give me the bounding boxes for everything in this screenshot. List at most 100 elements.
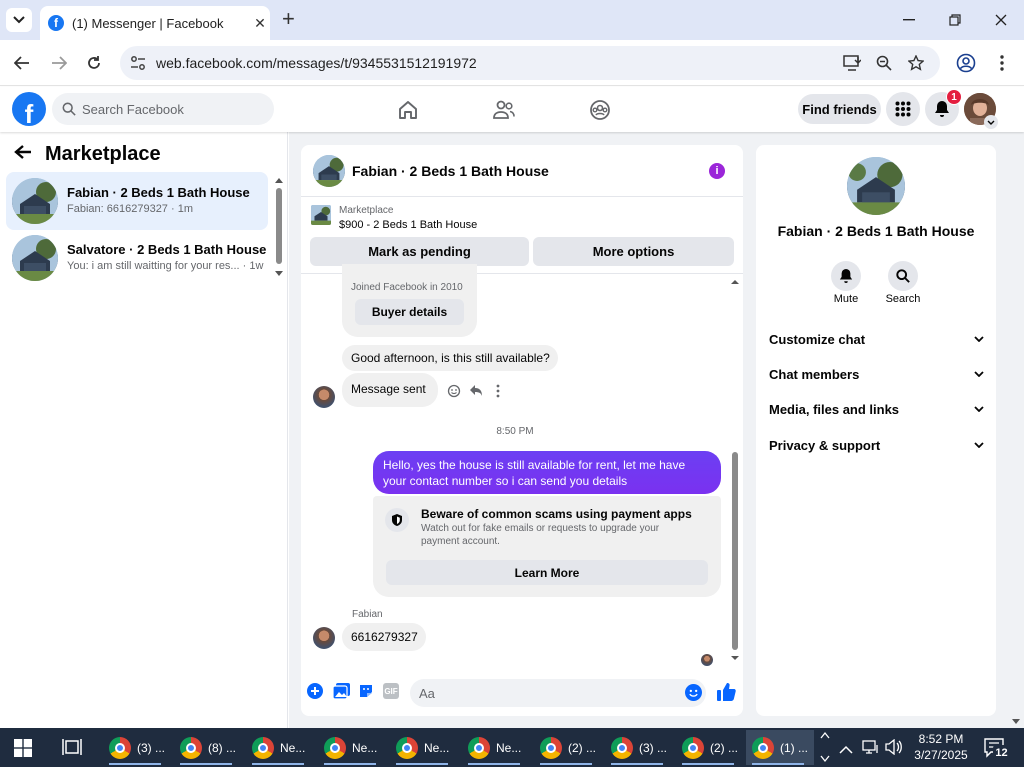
sender-avatar[interactable]	[313, 386, 335, 408]
message-input-placeholder: Aa	[419, 685, 435, 701]
sender-avatar[interactable]	[313, 627, 335, 649]
site-settings-icon[interactable]	[130, 55, 146, 74]
conversation-item[interactable]: Fabian · 2 Beds 1 Bath House Fabian: 661…	[6, 172, 268, 230]
account-chevron-icon[interactable]	[984, 115, 998, 129]
row-label: Media, files and links	[769, 401, 900, 417]
facebook-header: f Search Facebook Find friends 1	[0, 87, 1024, 132]
windows-taskbar: (3) ... (8) ... Ne... Ne... Ne... Ne... …	[0, 728, 1024, 767]
page-title: Marketplace	[45, 143, 161, 165]
taskbar-chrome-window[interactable]: (3) ...	[605, 730, 673, 765]
tab-search-button[interactable]	[6, 8, 32, 32]
taskbar-label: (3) ...	[639, 740, 668, 755]
listing-thumbnail-icon	[313, 154, 345, 187]
photo-icon[interactable]	[332, 683, 350, 702]
more-icon[interactable]	[496, 384, 500, 401]
buyer-details-button[interactable]: Buyer details	[355, 299, 464, 325]
back-button[interactable]	[11, 52, 33, 74]
taskbar-chrome-window[interactable]: (2) ...	[534, 730, 602, 765]
taskbar-scroll-icon[interactable]	[820, 730, 830, 767]
close-icon	[995, 14, 1007, 26]
page-scroll-down-icon[interactable]	[1011, 714, 1021, 729]
message-bubble[interactable]: Good afternoon, is this still available?	[342, 345, 558, 371]
message-input[interactable]: Aa	[410, 679, 706, 707]
taskbar-chrome-window-active[interactable]: (1) ...	[746, 730, 814, 765]
chat-header[interactable]: Fabian · 2 Beds 1 Bath House	[301, 145, 743, 197]
task-view-icon[interactable]	[62, 738, 82, 759]
clock[interactable]: 8:52 PM 3/27/2025	[906, 731, 976, 763]
new-tab-button[interactable]: +	[282, 8, 295, 30]
reply-icon[interactable]	[469, 384, 483, 400]
more-options-button[interactable]: More options	[533, 237, 734, 266]
show-hidden-icons-icon[interactable]	[839, 742, 853, 757]
message-bubble[interactable]: 6616279327	[342, 623, 426, 651]
restore-button[interactable]	[945, 10, 965, 30]
bell-icon	[839, 269, 853, 283]
left-scrollbar[interactable]	[274, 176, 284, 278]
taskbar-label: (8) ...	[208, 740, 237, 755]
reload-button[interactable]	[83, 52, 105, 74]
friends-icon[interactable]	[491, 97, 517, 123]
search-placeholder: Search Facebook	[82, 101, 184, 117]
browser-tab-messenger[interactable]: f (1) Messenger | Facebook ✕	[40, 6, 270, 40]
close-tab-icon[interactable]: ✕	[250, 15, 270, 32]
listing-thumbnail-icon	[12, 235, 58, 281]
bookmark-star-icon[interactable]	[905, 52, 927, 74]
home-icon[interactable]	[395, 97, 421, 123]
close-window-button[interactable]	[991, 10, 1011, 30]
volume-icon[interactable]	[885, 738, 903, 758]
taskbar-chrome-window[interactable]: (2) ...	[676, 730, 744, 765]
menu-grid-button[interactable]	[886, 92, 920, 126]
zoom-icon[interactable]	[873, 52, 895, 74]
listing-photo-icon	[847, 157, 905, 215]
taskbar-label: (1) ...	[780, 740, 809, 755]
chat-scrollbar[interactable]	[729, 274, 741, 664]
chat-members-row[interactable]: Chat members	[769, 364, 984, 384]
conversation-item[interactable]: Salvatore · 2 Beds 1 Bath House You: i a…	[6, 229, 268, 287]
chat-info-name: Fabian · 2 Beds 1 Bath House	[777, 223, 975, 239]
url-bar[interactable]: web.facebook.com/messages/t/934553151219…	[120, 46, 940, 80]
notification-count-badge: 12	[993, 745, 1010, 760]
taskbar-chrome-window[interactable]: Ne...	[318, 730, 386, 765]
customize-chat-row[interactable]: Customize chat	[769, 329, 984, 349]
learn-more-button[interactable]: Learn More	[386, 560, 708, 585]
react-icon[interactable]	[447, 384, 461, 401]
minimize-button[interactable]	[899, 10, 919, 30]
chat-title: Fabian · 2 Beds 1 Bath House	[352, 162, 549, 179]
scam-warning-body: Watch out for fake emails or requests to…	[421, 523, 660, 547]
message-bubble[interactable]: Message sent	[342, 373, 438, 407]
mark-as-pending-button[interactable]: Mark as pending	[310, 237, 529, 266]
thumbs-up-icon[interactable]	[716, 682, 736, 705]
privacy-support-row[interactable]: Privacy & support	[769, 435, 984, 455]
taskbar-chrome-window[interactable]: (3) ...	[103, 730, 171, 765]
sticker-icon[interactable]	[358, 683, 374, 702]
info-icon[interactable]: i	[709, 163, 725, 179]
scam-warning-title: Beware of common scams using payment app…	[421, 507, 692, 521]
network-icon[interactable]	[862, 739, 880, 758]
listing-thumbnail-icon	[311, 205, 331, 225]
media-files-links-row[interactable]: Media, files and links	[769, 399, 984, 419]
sent-message-bubble[interactable]: Hello, yes the house is still available …	[373, 451, 721, 494]
find-friends-button[interactable]: Find friends	[798, 94, 881, 124]
plus-icon[interactable]	[307, 683, 323, 702]
emoji-icon[interactable]	[685, 684, 702, 704]
mute-button[interactable]	[831, 261, 861, 291]
taskbar-chrome-window[interactable]: Ne...	[390, 730, 458, 765]
taskbar-chrome-window[interactable]: (8) ...	[174, 730, 242, 765]
facebook-logo-icon[interactable]: f	[12, 92, 46, 126]
marketplace-listing-info[interactable]: Marketplace $900 - 2 Beds 1 Bath House	[309, 205, 739, 233]
install-app-icon[interactable]	[841, 52, 863, 74]
taskbar-chrome-window[interactable]: Ne...	[462, 730, 530, 765]
search-conversation-button[interactable]	[888, 261, 918, 291]
forward-button[interactable]	[48, 52, 70, 74]
profile-icon[interactable]	[955, 52, 977, 74]
read-receipt-avatar	[701, 654, 713, 666]
gif-icon[interactable]: GIF	[383, 683, 399, 699]
search-icon	[896, 269, 910, 283]
back-arrow-icon[interactable]	[14, 144, 32, 165]
facebook-search-input[interactable]: Search Facebook	[52, 93, 274, 125]
windows-start-icon[interactable]	[14, 739, 32, 760]
browser-menu-icon[interactable]	[991, 52, 1013, 74]
taskbar-chrome-window[interactable]: Ne...	[246, 730, 314, 765]
groups-icon[interactable]	[587, 97, 613, 123]
marketplace-label: Marketplace	[339, 205, 394, 216]
